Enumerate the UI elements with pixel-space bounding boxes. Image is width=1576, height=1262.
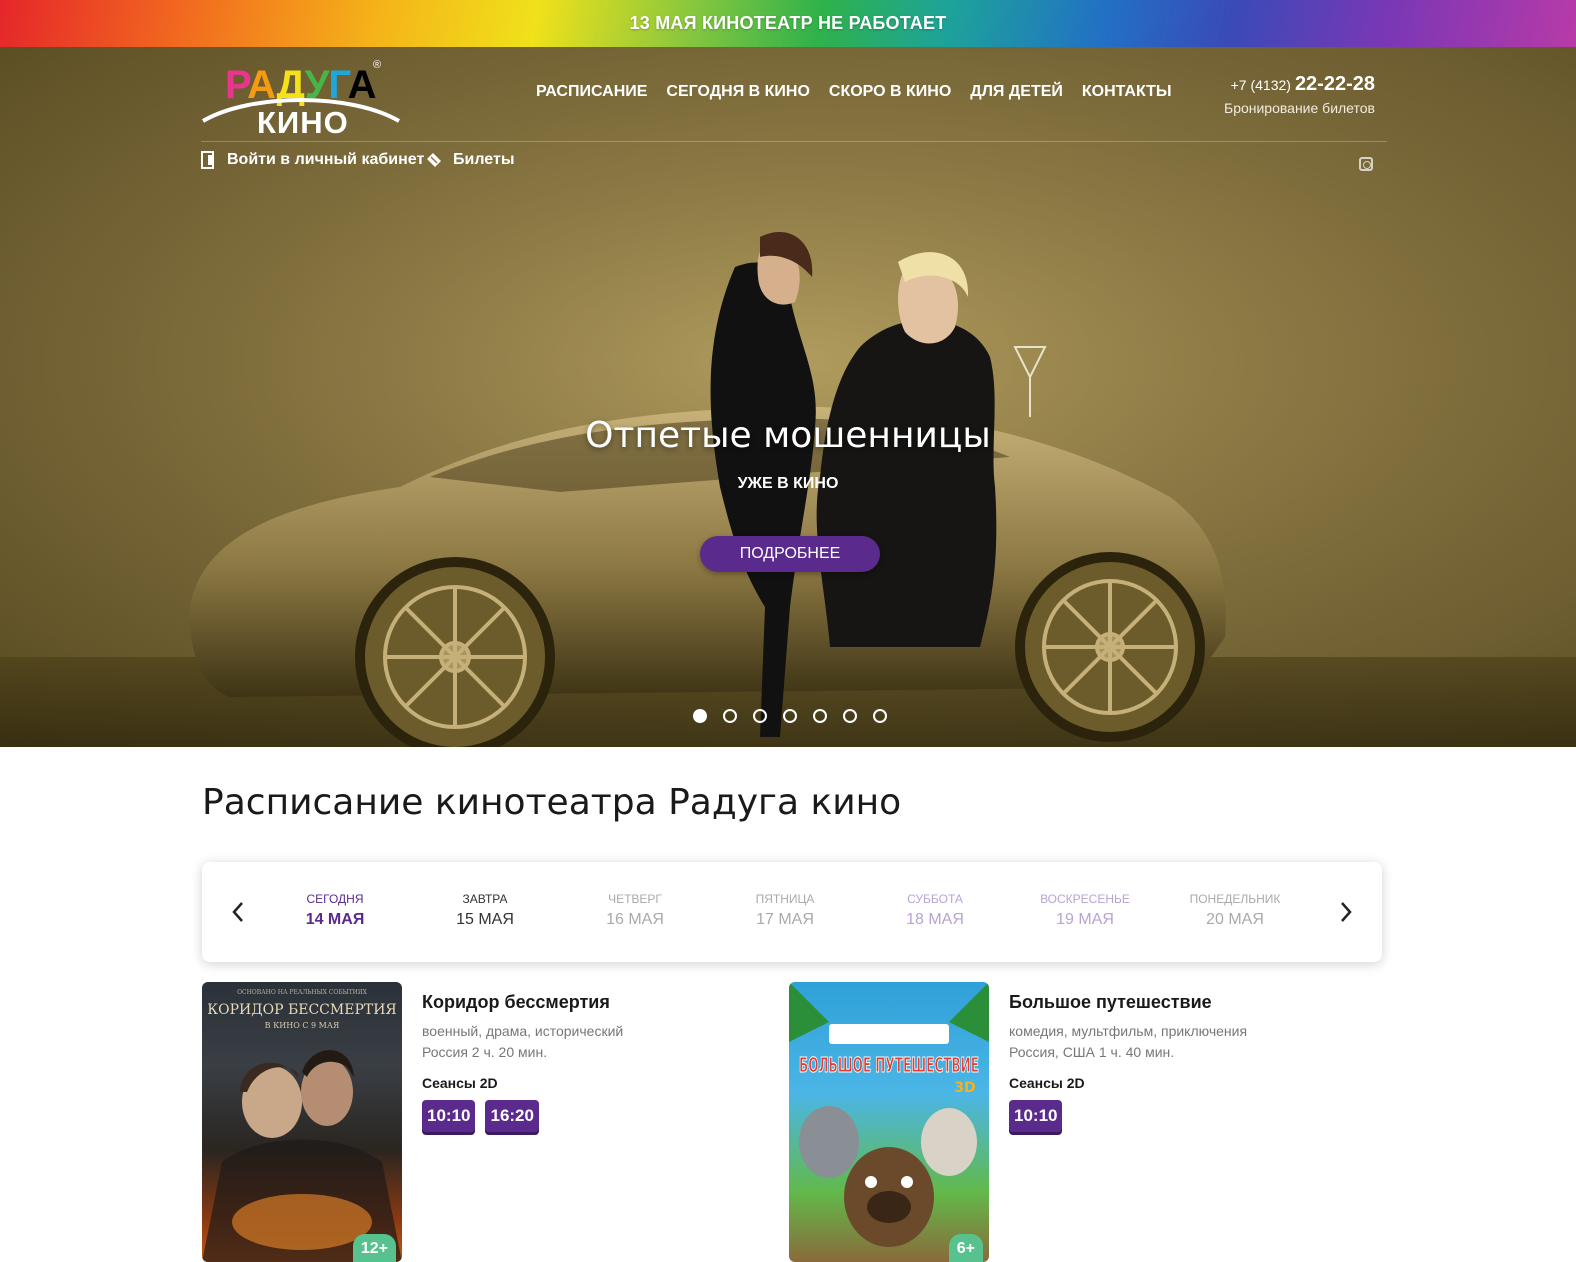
sessions-label: Сеансы 2D [422,1075,498,1091]
nav-soon[interactable]: СКОРО В КИНО [829,83,951,101]
phone-prefix: +7 (4132) [1230,77,1291,93]
movie-title[interactable]: Большое путешествие [1009,992,1212,1013]
cabinet-link[interactable]: Войти в личный кабинет [201,151,424,169]
day-tab-monday[interactable]: ПОНЕДЕЛЬНИК 20 МАЯ [1160,892,1310,929]
movie-card: БОЛЬШОЕ ПУТЕШЕСТВИЕ 3D 6+ Большое путеше… [789,982,1349,1262]
login-icon [201,151,214,169]
age-rating-badge: 6+ [948,1234,983,1262]
logo-registered: ® [373,59,382,71]
day-name: ВОСКРЕСЕНЬЕ [1040,892,1130,906]
day-date: 16 МАЯ [606,911,664,928]
day-date: 20 МАЯ [1206,911,1264,928]
day-name: ЗАВТРА [462,892,508,906]
tickets-label: Билеты [453,151,515,168]
nav-kids[interactable]: ДЛЯ ДЕТЕЙ [970,83,1063,101]
site-header: РАДУГА КИНО ® РАСПИСАНИЕ СЕГОДНЯ В КИНО … [201,47,1387,142]
day-tab-tomorrow[interactable]: ЗАВТРА 15 МАЯ [410,892,560,929]
age-rating-badge: 12+ [352,1234,396,1262]
phone-number[interactable]: +7 (4132) 22-22-28 [1224,73,1375,96]
day-date: 18 МАЯ [906,911,964,928]
day-date: 14 МАЯ [305,911,365,928]
phone-main: 22-22-28 [1294,73,1375,95]
slider-dot[interactable] [753,709,767,723]
movie-genre: комедия, мультфильм, приключения [1009,1023,1248,1039]
closure-banner: 13 МАЯ КИНОТЕАТР НЕ РАБОТАЕТ [0,0,1576,47]
nav-schedule[interactable]: РАСПИСАНИЕ [536,83,647,101]
date-selector: СЕГОДНЯ 14 МАЯ ЗАВТРА 15 МАЯ ЧЕТВЕРГ 16 … [202,862,1382,962]
movie-poster[interactable]: ОСНОВАНО НА РЕАЛЬНЫХ СОБЫТИЯХ КОРИДОР БЕ… [202,982,402,1262]
cabinet-label: Войти в личный кабинет [227,151,425,168]
poster-note: В КИНО С 9 МАЯ [265,1021,340,1030]
ticket-icon [427,153,441,167]
session-time-button[interactable]: 16:20 [485,1100,539,1132]
poster-art: БОЛЬШОЕ ПУТЕШЕСТВИЕ 3D [789,982,989,1247]
slider-dots [693,709,887,723]
day-tab-sunday[interactable]: ВОСКРЕСЕНЬЕ 19 МАЯ [1010,892,1160,929]
sessions-list: 10:10 16:20 [422,1100,539,1132]
banner-text: 13 МАЯ КИНОТЕАТР НЕ РАБОТАЕТ [629,13,947,33]
day-tab-today[interactable]: СЕГОДНЯ 14 МАЯ [260,892,410,929]
day-date: 17 МАЯ [756,911,814,928]
day-date: 15 МАЯ [456,911,514,928]
movie-title[interactable]: Коридор бессмертия [422,992,610,1013]
day-date: 19 МАЯ [1056,911,1114,928]
day-tab-friday[interactable]: ПЯТНИЦА 17 МАЯ [710,892,860,929]
hero-more-button[interactable]: ПОДРОБНЕЕ [700,536,880,572]
day-name: ПЯТНИЦА [755,892,815,906]
next-dates-button[interactable] [1334,900,1358,924]
movie-meta: Россия, США 1 ч. 40 мин. [1009,1044,1175,1060]
day-tab-saturday[interactable]: СУББОТА 18 МАЯ [860,892,1010,929]
movie-card: ОСНОВАНО НА РЕАЛЬНЫХ СОБЫТИЯХ КОРИДОР БЕ… [202,982,762,1262]
chevron-right-icon [1341,902,1352,922]
day-tab-thursday[interactable]: ЧЕТВЕРГ 16 МАЯ [560,892,710,929]
slider-dot[interactable] [693,709,707,723]
movie-meta: Россия 2 ч. 20 мин. [422,1044,548,1060]
session-time-button[interactable]: 10:10 [1009,1100,1063,1132]
schedule-title: Расписание кинотеатра Радуга кино [202,782,902,823]
booking-caption: Бронирование билетов [1224,100,1375,116]
session-time-button[interactable]: 10:10 [422,1100,476,1132]
prev-dates-button[interactable] [226,900,250,924]
nav-today[interactable]: СЕГОДНЯ В КИНО [666,83,809,101]
hero-subtitle: УЖЕ В КИНО [737,475,839,492]
poster-title: КОРИДОР БЕССМЕРТИЯ [207,1002,396,1018]
slider-dot[interactable] [873,709,887,723]
instagram-icon[interactable] [1359,157,1373,171]
poster-note: 3D [954,1080,975,1096]
movie-genre: военный, драма, исторический [422,1023,624,1039]
sub-header: Войти в личный кабинет Билеты [201,151,1387,181]
slider-dot[interactable] [813,709,827,723]
movie-poster[interactable]: БОЛЬШОЕ ПУТЕШЕСТВИЕ 3D 6+ [789,982,989,1262]
sessions-label: Сеансы 2D [1009,1075,1085,1091]
day-name: СЕГОДНЯ [306,892,364,906]
phone-block[interactable]: +7 (4132) 22-22-28 Бронирование билетов [1224,73,1375,116]
slider-dot[interactable] [783,709,797,723]
slider-dot[interactable] [723,709,737,723]
poster-title: БОЛЬШОЕ ПУТЕШЕСТВИЕ [799,1053,979,1077]
nav-contacts[interactable]: КОНТАКТЫ [1082,83,1172,101]
logo-kino: КИНО [257,105,349,140]
sessions-list: 10:10 [1009,1100,1063,1132]
day-name: СУББОТА [907,892,963,906]
day-name: ЧЕТВЕРГ [608,892,662,906]
poster-art: ОСНОВАНО НА РЕАЛЬНЫХ СОБЫТИЯХ КОРИДОР БЕ… [202,989,402,1262]
hero-title: Отпетые мошенницы [585,415,991,456]
day-name: ПОНЕДЕЛЬНИК [1189,892,1281,906]
hero-slider: РАДУГА КИНО ® РАСПИСАНИЕ СЕГОДНЯ В КИНО … [0,47,1576,747]
slider-dot[interactable] [843,709,857,723]
poster-top: ОСНОВАНО НА РЕАЛЬНЫХ СОБЫТИЯХ [237,989,368,996]
chevron-left-icon [232,902,243,922]
logo[interactable]: РАДУГА КИНО ® [201,55,401,140]
main-nav: РАСПИСАНИЕ СЕГОДНЯ В КИНО СКОРО В КИНО Д… [536,83,1172,101]
tickets-link[interactable]: Билеты [425,151,514,169]
